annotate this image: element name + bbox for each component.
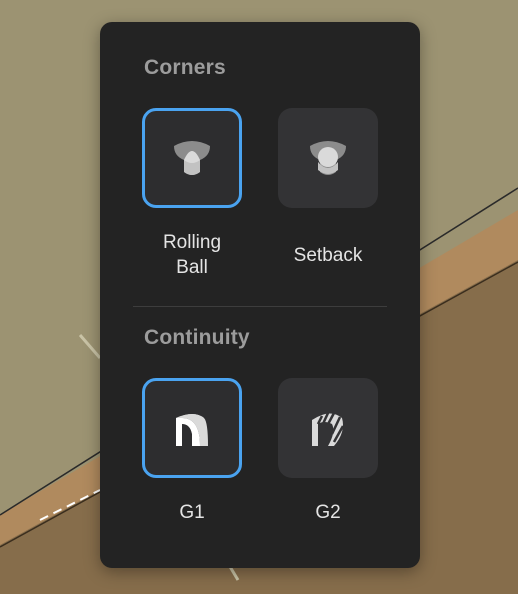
g1-continuity-icon: [176, 414, 208, 446]
setback-option[interactable]: [278, 108, 378, 208]
rolling-ball-label: Rolling Ball: [162, 232, 222, 278]
g2-continuity-icon: [312, 412, 345, 446]
corners-section-title: Corners: [144, 56, 226, 79]
continuity-section-title: Continuity: [144, 326, 250, 349]
g1-option[interactable]: [142, 378, 242, 478]
setback-icon: [310, 141, 346, 175]
section-divider: [133, 306, 387, 307]
rolling-ball-option[interactable]: [142, 108, 242, 208]
g2-option[interactable]: [278, 378, 378, 478]
g1-label: G1: [179, 502, 205, 523]
viewport-background: Corners Rolling Ball Setback Continuity: [0, 0, 518, 594]
setback-label: Setback: [293, 245, 363, 266]
fillet-options-panel: Corners Rolling Ball Setback Continuity: [100, 22, 420, 568]
rolling-ball-icon: [174, 141, 210, 175]
g2-label: G2: [315, 502, 341, 523]
